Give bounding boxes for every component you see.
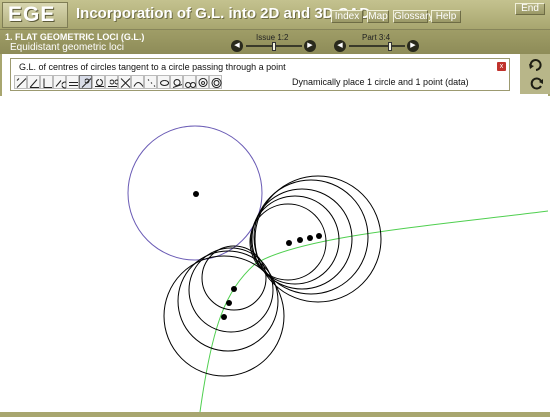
ellipse-tool-button[interactable] <box>157 75 170 89</box>
close-button[interactable]: x <box>497 62 506 71</box>
map-button[interactable]: Map <box>367 10 389 23</box>
distance-tool-button[interactable] <box>14 75 27 89</box>
issue-prev-button[interactable]: ◀ <box>231 40 243 52</box>
center-point[interactable] <box>221 314 227 320</box>
section-bar: 1. FLAT GEOMETRIC LOCI (G.L.) Equidistan… <box>0 30 550 54</box>
title-bar: EGE Incorporation of G.L. into 2D and 3D… <box>0 0 550 30</box>
center-point[interactable] <box>193 191 199 197</box>
center-point[interactable] <box>316 233 322 239</box>
circle-tangent-tool-button[interactable] <box>170 75 183 89</box>
section-subtitle: Equidistant geometric loci <box>10 42 124 53</box>
part-label: Part 3:4 <box>362 33 391 42</box>
app-logo: EGE <box>2 2 68 28</box>
circle-point-tool-button[interactable] <box>92 75 105 89</box>
exercise-title: G.L. of centres of circles tangent to a … <box>19 62 286 72</box>
frame-bottom <box>0 412 550 417</box>
concentric-tool-button[interactable] <box>209 75 222 89</box>
circles-tool-button[interactable] <box>105 75 119 89</box>
tool-palette <box>14 75 222 90</box>
curve-tool-button[interactable] <box>131 75 144 89</box>
center-point[interactable] <box>231 286 237 292</box>
part-slider[interactable] <box>349 45 405 47</box>
issue-slider-knob[interactable] <box>272 42 276 51</box>
concentric-tool-icon <box>211 78 222 88</box>
center-point[interactable] <box>307 235 313 241</box>
part-prev-button[interactable]: ◀ <box>334 40 346 52</box>
reset-icon[interactable] <box>528 76 544 90</box>
issue-label: Issue 1:2 <box>256 33 289 42</box>
part-next-button[interactable]: ▶ <box>407 40 419 52</box>
tangent-circle <box>201 245 267 311</box>
center-point[interactable] <box>297 237 303 243</box>
parallel-tool-button[interactable] <box>66 75 79 89</box>
issue-next-button[interactable]: ▶ <box>304 40 316 52</box>
points-tool-button[interactable] <box>144 75 157 89</box>
perpendicular-tool-button[interactable] <box>40 75 53 89</box>
angle-tool-button[interactable] <box>27 75 40 89</box>
app-title: Incorporation of G.L. into 2D and 3D CAD <box>76 5 371 22</box>
tangent-tool-button[interactable] <box>79 75 92 89</box>
circle-circle-tool-button[interactable] <box>196 75 209 89</box>
double-circle-tool-button[interactable] <box>183 75 197 89</box>
part-slider-knob[interactable] <box>388 42 392 51</box>
end-button[interactable]: End <box>515 3 545 15</box>
bisector-tool-button[interactable] <box>118 75 131 89</box>
drawing-canvas[interactable] <box>0 96 550 412</box>
exercise-panel: G.L. of centres of circles tangent to a … <box>10 58 510 91</box>
arc-tool-button[interactable] <box>53 75 67 89</box>
help-button[interactable]: Help <box>431 10 461 23</box>
rotate-icon[interactable] <box>528 58 544 72</box>
glossary-button[interactable]: Glossary <box>393 10 433 23</box>
section-title: 1. FLAT GEOMETRIC LOCI (G.L.) <box>5 32 145 42</box>
status-text: Dynamically place 1 circle and 1 point (… <box>292 77 469 87</box>
index-button[interactable]: Index <box>331 10 363 23</box>
center-point[interactable] <box>286 240 292 246</box>
center-point[interactable] <box>226 300 232 306</box>
